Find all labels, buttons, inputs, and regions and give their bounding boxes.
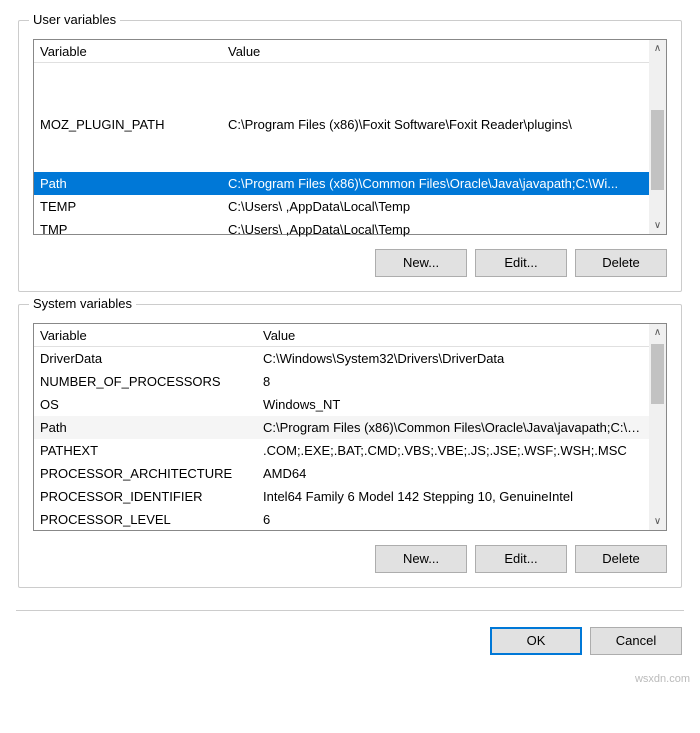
- cell-variable: PROCESSOR_LEVEL: [34, 512, 259, 527]
- table-row[interactable]: Path C:\Program Files (x86)\Common Files…: [34, 416, 666, 439]
- watermark: wsxdn.com: [0, 669, 700, 691]
- scroll-up-icon[interactable]: ∧: [649, 324, 666, 341]
- cell-variable: DriverData: [34, 351, 259, 366]
- col-header-value[interactable]: Value: [224, 44, 649, 59]
- cell-variable: OS: [34, 397, 259, 412]
- cell-variable: TEMP: [34, 199, 224, 214]
- cell-value: Windows_NT: [259, 397, 649, 412]
- cell-value: 6: [259, 512, 649, 527]
- table-row[interactable]: TMP C:\Users\ ,AppData\Local\Temp: [34, 218, 666, 241]
- edit-button[interactable]: Edit...: [475, 545, 567, 573]
- edit-button[interactable]: Edit...: [475, 249, 567, 277]
- scrollbar[interactable]: ∧ ∨: [649, 324, 666, 530]
- system-variables-group: System variables Variable Value DriverDa…: [18, 304, 682, 588]
- cell-variable: PATHEXT: [34, 443, 259, 458]
- col-header-value[interactable]: Value: [259, 328, 649, 343]
- table-row[interactable]: MOZ_PLUGIN_PATH C:\Program Files (x86)\F…: [34, 113, 666, 136]
- table-row[interactable]: DriverData C:\Windows\System32\Drivers\D…: [34, 347, 666, 370]
- cell-variable: PROCESSOR_ARCHITECTURE: [34, 466, 259, 481]
- new-button[interactable]: New...: [375, 545, 467, 573]
- scroll-thumb[interactable]: [651, 110, 664, 190]
- scroll-thumb[interactable]: [651, 344, 664, 404]
- cell-value: C:\Program Files (x86)\Common Files\Orac…: [224, 176, 649, 191]
- table-row[interactable]: PROCESSOR_ARCHITECTURE AMD64: [34, 462, 666, 485]
- user-list-header: Variable Value: [34, 40, 666, 63]
- user-variables-group: User variables Variable Value MOZ_PLUGIN…: [18, 20, 682, 292]
- cell-variable: PROCESSOR_IDENTIFIER: [34, 489, 259, 504]
- system-variables-list[interactable]: Variable Value DriverData C:\Windows\Sys…: [33, 323, 667, 531]
- delete-button[interactable]: Delete: [575, 545, 667, 573]
- scroll-down-icon[interactable]: ∨: [649, 513, 666, 530]
- scroll-up-icon[interactable]: ∧: [649, 40, 666, 57]
- col-header-variable[interactable]: Variable: [34, 328, 259, 343]
- blank-space: [34, 63, 666, 113]
- divider: [16, 610, 684, 611]
- user-variables-label: User variables: [29, 12, 120, 27]
- scroll-down-icon[interactable]: ∨: [649, 217, 666, 234]
- col-header-variable[interactable]: Variable: [34, 44, 224, 59]
- table-row[interactable]: Path C:\Program Files (x86)\Common Files…: [34, 172, 666, 195]
- cell-value: C:\Windows\System32\Drivers\DriverData: [259, 351, 649, 366]
- cell-variable: TMP: [34, 222, 224, 237]
- table-row[interactable]: PROCESSOR_LEVEL 6: [34, 508, 666, 531]
- cell-value: C:\Program Files (x86)\Common Files\Orac…: [259, 420, 649, 435]
- cell-variable: Path: [34, 420, 259, 435]
- cancel-button[interactable]: Cancel: [590, 627, 682, 655]
- cell-variable: MOZ_PLUGIN_PATH: [34, 117, 224, 132]
- cell-value: C:\Program Files (x86)\Foxit Software\Fo…: [224, 117, 649, 132]
- table-row[interactable]: NUMBER_OF_PROCESSORS 8: [34, 370, 666, 393]
- env-vars-dialog: User variables Variable Value MOZ_PLUGIN…: [0, 0, 700, 669]
- system-variables-label: System variables: [29, 296, 136, 311]
- cell-value: Intel64 Family 6 Model 142 Stepping 10, …: [259, 489, 649, 504]
- cell-variable: Path: [34, 176, 224, 191]
- system-list-header: Variable Value: [34, 324, 666, 347]
- system-button-row: New... Edit... Delete: [33, 545, 667, 573]
- table-row[interactable]: OS Windows_NT: [34, 393, 666, 416]
- user-button-row: New... Edit... Delete: [33, 249, 667, 277]
- delete-button[interactable]: Delete: [575, 249, 667, 277]
- cell-value: C:\Users\ ,AppData\Local\Temp: [224, 199, 649, 214]
- cell-value: C:\Users\ ,AppData\Local\Temp: [224, 222, 649, 237]
- ok-button[interactable]: OK: [490, 627, 582, 655]
- table-row[interactable]: PROCESSOR_IDENTIFIER Intel64 Family 6 Mo…: [34, 485, 666, 508]
- new-button[interactable]: New...: [375, 249, 467, 277]
- cell-variable: NUMBER_OF_PROCESSORS: [34, 374, 259, 389]
- scrollbar[interactable]: ∧ ∨: [649, 40, 666, 234]
- cell-value: AMD64: [259, 466, 649, 481]
- cell-value: .COM;.EXE;.BAT;.CMD;.VBS;.VBE;.JS;.JSE;.…: [259, 443, 649, 458]
- table-row[interactable]: TEMP C:\Users\ ,AppData\Local\Temp: [34, 195, 666, 218]
- table-row[interactable]: PATHEXT .COM;.EXE;.BAT;.CMD;.VBS;.VBE;.J…: [34, 439, 666, 462]
- cell-value: 8: [259, 374, 649, 389]
- user-variables-list[interactable]: Variable Value MOZ_PLUGIN_PATH C:\Progra…: [33, 39, 667, 235]
- dialog-button-row: OK Cancel: [18, 627, 682, 655]
